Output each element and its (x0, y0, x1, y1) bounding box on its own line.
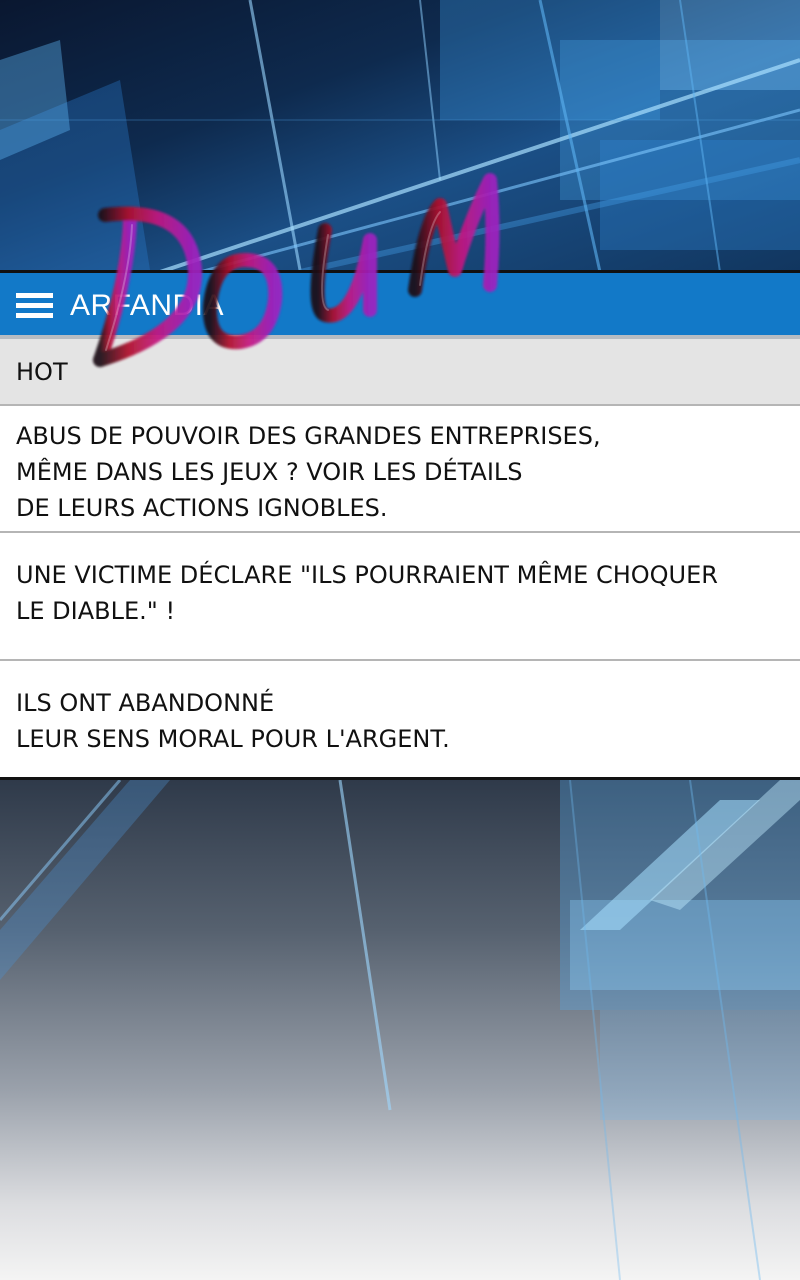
section-header-hot[interactable]: HOT (0, 339, 800, 406)
section-label: HOT (16, 358, 68, 386)
screen: ARFANDIA HOT ABUS DE POUVOIR DES GRANDES… (0, 0, 800, 1280)
news-item[interactable]: ABUS DE POUVOIR DES GRANDES ENTREPRISES,… (0, 406, 800, 533)
app-bar: ARFANDIA (0, 273, 800, 339)
light-streaks-top (0, 0, 800, 272)
background-bottom-panel (0, 780, 800, 1280)
news-item[interactable]: ILS ONT ABANDONNÉ LEUR SENS MORAL POUR L… (0, 661, 800, 777)
news-headline: ILS ONT ABANDONNÉ LEUR SENS MORAL POUR L… (16, 689, 450, 753)
hamburger-menu-icon[interactable] (16, 293, 53, 318)
news-headline: ABUS DE POUVOIR DES GRANDES ENTREPRISES,… (16, 422, 601, 522)
news-item[interactable]: UNE VICTIME DÉCLARE "ILS POURRAIENT MÊME… (0, 533, 800, 661)
news-app-window: ARFANDIA HOT ABUS DE POUVOIR DES GRANDES… (0, 270, 800, 780)
app-title: ARFANDIA (70, 289, 225, 322)
news-headline: UNE VICTIME DÉCLARE "ILS POURRAIENT MÊME… (16, 561, 718, 625)
background-top-panel (0, 0, 800, 272)
light-streaks-bottom (0, 780, 800, 1280)
